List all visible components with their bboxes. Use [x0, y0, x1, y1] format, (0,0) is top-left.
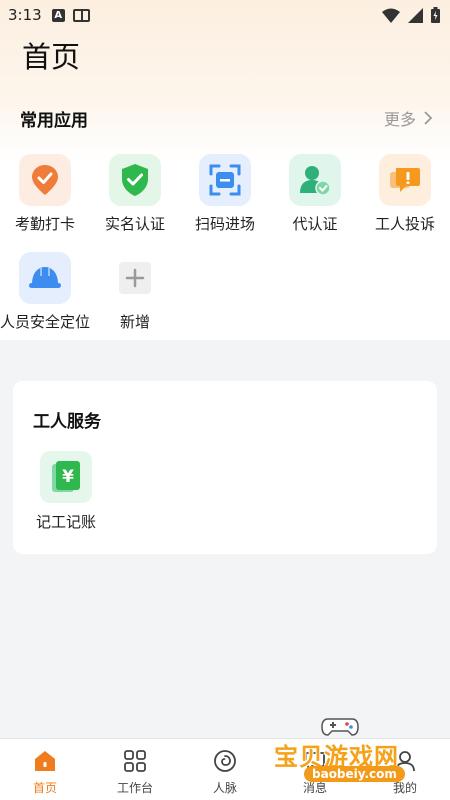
- app-label: 人员安全定位: [0, 313, 91, 331]
- worker-service-title: 工人服务: [33, 412, 101, 432]
- plus-icon: [109, 252, 161, 304]
- app-work-ledger[interactable]: ¥ 记工记账: [27, 451, 105, 532]
- wifi-icon: [382, 8, 400, 23]
- status-bar: 3:13 A: [0, 0, 450, 30]
- app-label: 记工记账: [35, 513, 96, 531]
- chevron-right-icon: [424, 111, 432, 125]
- app-label: 考勤打卡: [14, 215, 75, 233]
- more-button[interactable]: 更多: [384, 106, 432, 130]
- app-realname-verify[interactable]: 实名认证: [90, 154, 180, 234]
- workbench-grid-icon: [123, 748, 147, 774]
- app-label: 代认证: [292, 215, 338, 233]
- yuan-ledger-icon: ¥: [40, 451, 92, 503]
- tab-label: 首页: [32, 781, 57, 795]
- attendance-check-icon: [19, 154, 71, 206]
- tab-contacts[interactable]: 人脉: [180, 739, 270, 800]
- watermark: 宝贝游戏网 baobeiy.com: [274, 715, 424, 785]
- contacts-swirl-icon: [213, 748, 237, 774]
- shield-check-icon: [109, 154, 161, 206]
- more-label: 更多: [383, 110, 416, 129]
- complaint-chat-icon: [379, 154, 431, 206]
- scan-qr-icon: [199, 154, 251, 206]
- proxy-verify-user-icon: [289, 154, 341, 206]
- svg-text:¥: ¥: [62, 467, 74, 487]
- reader-icon: [72, 8, 90, 22]
- app-label: 扫码进场: [194, 215, 255, 233]
- page-title: 首页: [22, 40, 81, 74]
- app-label: 新增: [119, 313, 150, 331]
- watermark-url: baobeiy.com: [304, 766, 405, 782]
- gamepad-icon: [321, 718, 359, 736]
- app-label: 工人投诉: [374, 215, 435, 233]
- app-scan-entry[interactable]: 扫码进场: [180, 154, 270, 234]
- status-time: 3:13: [8, 6, 42, 24]
- tab-workbench[interactable]: 工作台: [90, 739, 180, 800]
- home-icon: [33, 748, 57, 774]
- tab-label: 工作台: [116, 781, 153, 795]
- accessibility-icon: A: [51, 8, 65, 22]
- app-worker-complaint[interactable]: 工人投诉: [360, 154, 450, 234]
- app-proxy-verify[interactable]: 代认证: [270, 154, 360, 234]
- tab-home[interactable]: 首页: [0, 739, 90, 800]
- common-apps-title: 常用应用: [20, 111, 88, 131]
- safety-helmet-icon: [19, 252, 71, 304]
- app-add-new[interactable]: 新增: [90, 252, 180, 332]
- worker-service-card: 工人服务 ¥ 记工记账: [13, 381, 437, 554]
- tab-label: 人脉: [212, 781, 237, 795]
- app-label: 实名认证: [104, 215, 165, 233]
- app-attendance[interactable]: 考勤打卡: [0, 154, 90, 234]
- battery-icon: [431, 7, 440, 23]
- app-safety-location[interactable]: 人员安全定位: [0, 252, 90, 332]
- signal-icon: [408, 7, 423, 23]
